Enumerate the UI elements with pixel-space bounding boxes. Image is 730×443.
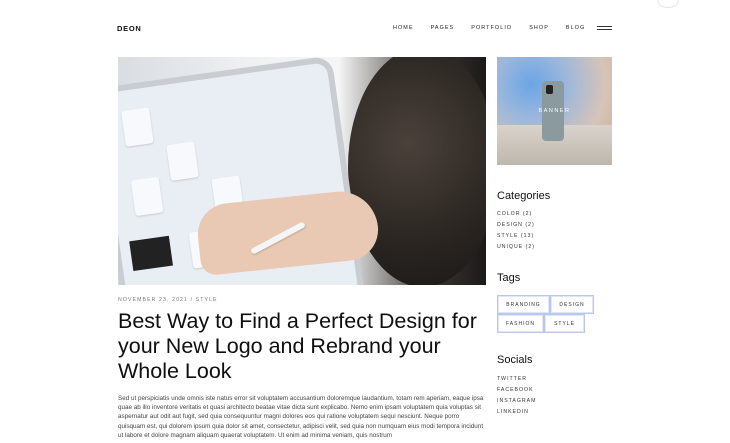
post-excerpt: Sed ut perspiciatis unde omnis iste natu… <box>118 395 484 439</box>
post-featured-image[interactable] <box>118 57 486 285</box>
category-item[interactable]: UNIQUE (2) <box>497 244 535 255</box>
nav-blog[interactable]: BLOG <box>566 25 585 31</box>
nav-shop[interactable]: SHOP <box>529 25 549 31</box>
circle-decoration <box>657 0 679 8</box>
categories-heading: Categories <box>497 190 551 202</box>
sidebar-banner[interactable]: BANNER <box>497 57 612 165</box>
categories-list: COLOR (2) DESIGN (2) STYLE (13) UNIQUE (… <box>497 211 535 255</box>
site-logo[interactable]: DEON <box>117 24 141 33</box>
main-nav: HOME PAGES PORTFOLIO SHOP BLOG <box>393 25 602 31</box>
social-twitter[interactable]: TWITTER <box>497 376 536 387</box>
social-instagram[interactable]: INSTAGRAM <box>497 398 536 409</box>
category-item[interactable]: DESIGN (2) <box>497 222 535 233</box>
socials-list: TWITTER FACEBOOK INSTAGRAM LINKEDIN <box>497 376 536 420</box>
socials-heading: Socials <box>497 354 533 366</box>
post-meta[interactable]: NOVEMBER 23, 2021 / STYLE <box>118 297 218 303</box>
social-linkedin[interactable]: LINKEDIN <box>497 409 536 420</box>
social-facebook[interactable]: FACEBOOK <box>497 387 536 398</box>
nav-portfolio[interactable]: PORTFOLIO <box>471 25 512 31</box>
tag-style[interactable]: STYLE <box>544 314 585 333</box>
category-item[interactable]: STYLE (13) <box>497 233 535 244</box>
banner-label: BANNER <box>538 108 571 114</box>
tag-branding[interactable]: BRANDING <box>497 295 550 314</box>
tag-design[interactable]: DESIGN <box>550 295 594 314</box>
post-title[interactable]: Best Way to Find a Perfect Design for yo… <box>118 309 486 384</box>
nav-pages[interactable]: PAGES <box>431 25 455 31</box>
tags-heading: Tags <box>497 272 521 284</box>
hamburger-menu-icon[interactable] <box>597 26 612 30</box>
category-item[interactable]: COLOR (2) <box>497 211 535 222</box>
tag-fashion[interactable]: FASHION <box>497 314 544 333</box>
nav-home[interactable]: HOME <box>393 25 414 31</box>
